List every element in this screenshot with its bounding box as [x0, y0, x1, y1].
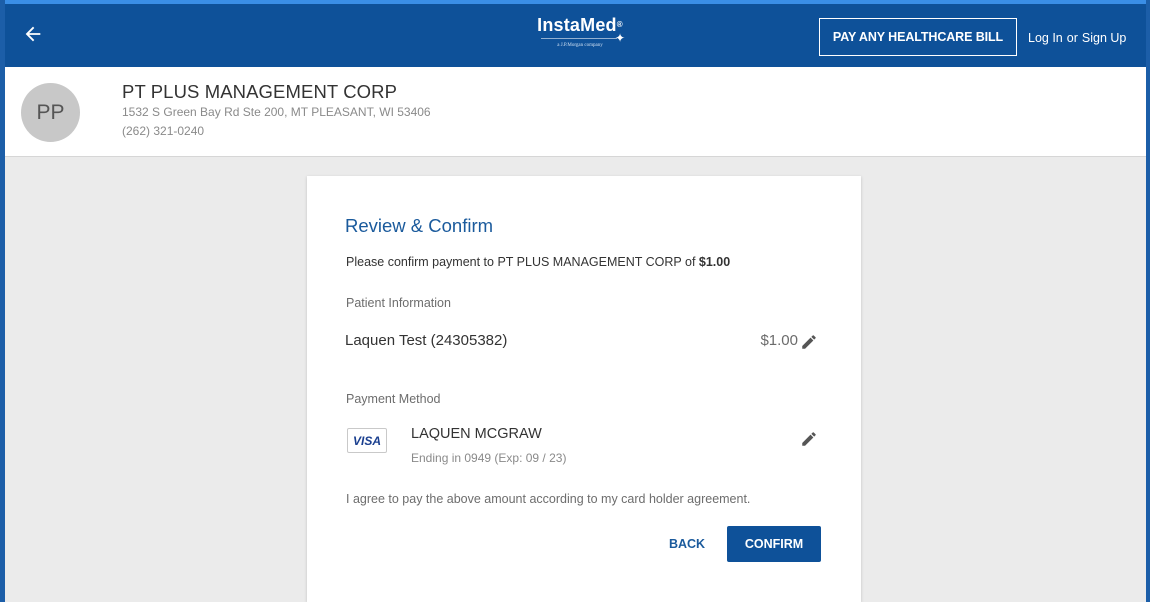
back-button[interactable]: BACK	[665, 526, 709, 562]
window-frame-right	[1146, 0, 1150, 602]
review-confirm-card: Review & Confirm Please confirm payment …	[307, 176, 861, 602]
patient-information-label: Patient Information	[346, 296, 451, 310]
edit-patient-pencil-icon[interactable]	[800, 333, 818, 351]
edit-payment-pencil-icon[interactable]	[800, 430, 818, 448]
log-in-link[interactable]: Log In	[1028, 31, 1063, 45]
card-ending: Ending in 0949 (Exp: 09 / 23)	[411, 451, 567, 465]
patient-name: Laquen Test (24305382)	[345, 332, 508, 349]
pay-any-healthcare-bill-button[interactable]: PAY ANY HEALTHCARE BILL	[819, 18, 1017, 56]
logo-name: InstaMed	[537, 15, 617, 35]
instamed-logo: InstaMed® ✦ a J.P.Morgan company	[535, 15, 625, 55]
merchant-name: PT PLUS MANAGEMENT CORP	[122, 81, 398, 102]
or-text: or	[1066, 31, 1078, 45]
avatar: PP	[21, 83, 80, 142]
card-holder-name: LAQUEN MCGRAW	[411, 426, 542, 442]
agreement-text: I agree to pay the above amount accordin…	[346, 492, 751, 506]
merchant-address: 1532 S Green Bay Rd Ste 200, MT PLEASANT…	[122, 105, 431, 119]
patient-amount: $1.00	[760, 332, 798, 349]
page-title: Review & Confirm	[345, 215, 494, 236]
merchant-phone: (262) 321-0240	[122, 124, 205, 138]
logo-tagline: a J.P.Morgan company	[557, 43, 603, 48]
confirm-message: Please confirm payment to PT PLUS MANAGE…	[346, 255, 730, 269]
top-bar: InstaMed® ✦ a J.P.Morgan company PAY ANY…	[0, 0, 1150, 67]
logo-trademark: ®	[616, 20, 623, 29]
merchant-header: PP PT PLUS MANAGEMENT CORP 1532 S Green …	[5, 67, 1146, 157]
confirm-amount: $1.00	[698, 255, 731, 269]
payment-method-label: Payment Method	[346, 392, 441, 406]
logo-underline	[541, 38, 617, 39]
auth-links: Log In or Sign Up	[1028, 31, 1126, 45]
visa-card-icon: VISA	[347, 428, 387, 453]
confirm-message-text: Please confirm payment to PT PLUS MANAGE…	[346, 255, 699, 269]
arrow-left-icon[interactable]	[22, 23, 44, 45]
sign-up-link[interactable]: Sign Up	[1082, 31, 1126, 45]
confirm-button[interactable]: CONFIRM	[727, 526, 821, 562]
